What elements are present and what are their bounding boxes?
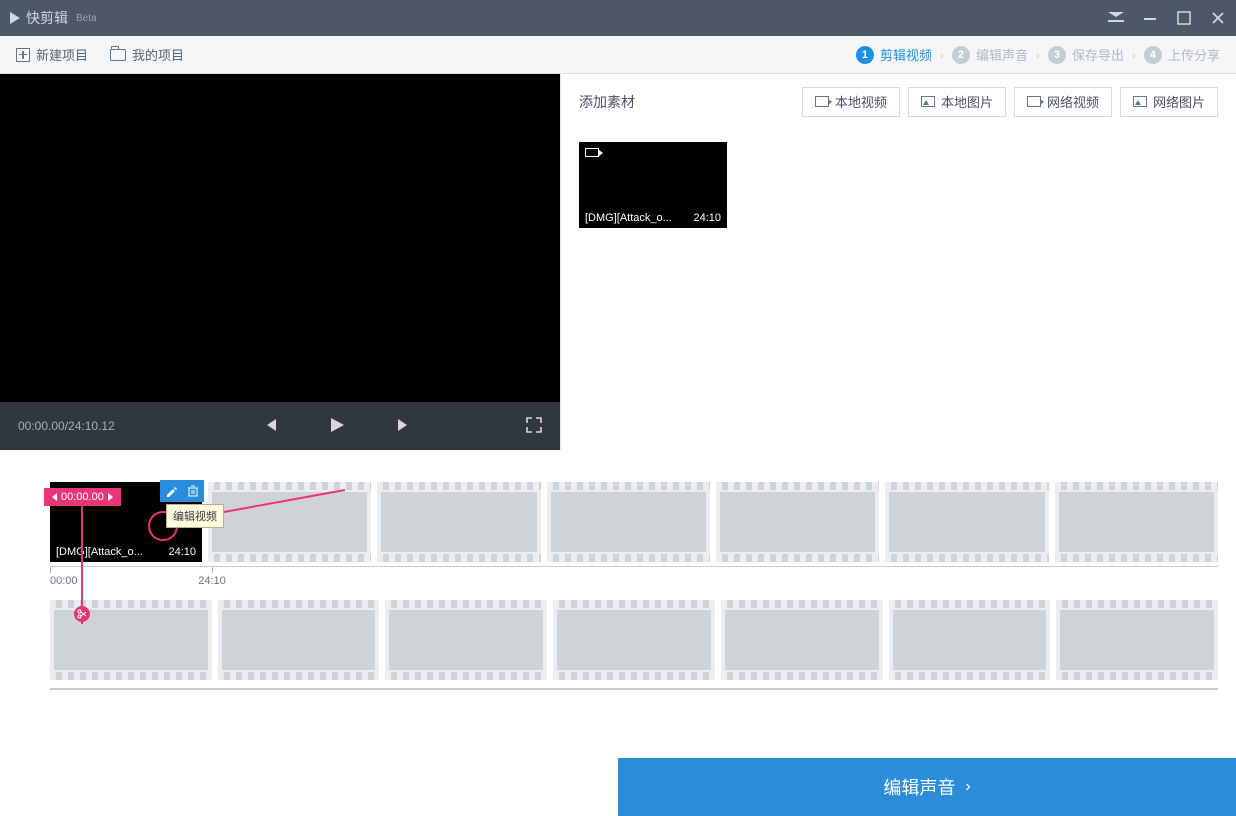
maximize-button[interactable] <box>1176 10 1192 26</box>
image-icon <box>921 96 935 107</box>
empty-slot[interactable] <box>385 600 547 680</box>
main-area: 00:00.00/24:10.12 添加素材 本地视频 本地图片 <box>0 74 1236 450</box>
preview-controls: 00:00.00/24:10.12 <box>0 402 560 450</box>
time-display: 00:00.00/24:10.12 <box>18 419 148 433</box>
beta-label: Beta <box>76 13 97 24</box>
playhead-right-icon[interactable] <box>108 493 113 501</box>
app-title: 快剪辑 <box>26 8 68 28</box>
folder-icon <box>110 49 126 61</box>
toolbar: 新建项目 我的项目 1 剪辑视频 › 2 编辑声音 › 3 保存导出 › 4 上… <box>0 36 1236 74</box>
next-button[interactable] <box>396 417 412 436</box>
clip-duration: 24:10 <box>168 546 196 558</box>
step-label: 剪辑视频 <box>880 45 932 64</box>
step-upload-share[interactable]: 4 上传分享 <box>1144 45 1220 64</box>
clip-name: [DMG][Attack_o... <box>56 546 143 558</box>
empty-slot[interactable] <box>1056 600 1218 680</box>
step-num: 2 <box>952 46 970 64</box>
empty-slot[interactable] <box>716 482 879 562</box>
minimize-button[interactable] <box>1142 10 1158 26</box>
local-video-button[interactable]: 本地视频 <box>802 87 900 117</box>
scissors-icon[interactable] <box>74 606 90 622</box>
next-step-button[interactable]: 编辑声音 › <box>618 758 1236 816</box>
prev-button[interactable] <box>262 417 278 436</box>
chevron-right-icon: › <box>940 48 944 62</box>
step-edit-video[interactable]: 1 剪辑视频 <box>856 45 932 64</box>
ruler-label: 24:10 <box>198 575 226 587</box>
new-project-button[interactable]: 新建项目 <box>16 45 88 64</box>
my-projects-button[interactable]: 我的项目 <box>110 45 184 64</box>
footer: 编辑声音 › <box>0 758 1236 816</box>
ruler-label: 00:00 <box>50 575 78 587</box>
empty-slot[interactable] <box>208 482 371 562</box>
chevron-right-icon: › <box>1132 48 1136 62</box>
playhead-time: 00:00.00 <box>61 491 104 503</box>
titlebar: 快剪辑 Beta <box>0 0 1236 36</box>
step-num: 4 <box>1144 46 1162 64</box>
timeline-area: 00:00.00 编辑视频 [DMG][Attack_o... 24:10 <box>0 482 1236 690</box>
clip-duration: 24:10 <box>693 212 721 224</box>
local-image-button[interactable]: 本地图片 <box>908 87 1006 117</box>
step-edit-audio[interactable]: 2 编辑声音 <box>952 45 1028 64</box>
chevron-right-icon: › <box>1036 48 1040 62</box>
image-icon <box>1133 96 1147 107</box>
clip-name: [DMG][Attack_o... <box>585 212 672 224</box>
step-label: 上传分享 <box>1168 45 1220 64</box>
audio-track[interactable] <box>50 600 1218 680</box>
material-title: 添加素材 <box>579 92 635 112</box>
play-button[interactable] <box>328 416 346 437</box>
divider <box>50 688 1218 690</box>
video-preview[interactable] <box>0 74 560 402</box>
footer-label: 编辑声音 <box>883 774 955 800</box>
edit-tooltip: 编辑视频 <box>166 504 224 528</box>
time-ruler[interactable]: 00:00 24:10 <box>50 566 1218 592</box>
empty-slot[interactable] <box>889 600 1051 680</box>
edit-clip-button[interactable] <box>160 480 182 502</box>
empty-slot[interactable] <box>377 482 540 562</box>
material-panel: 添加素材 本地视频 本地图片 网络视频 网络图片 <box>560 74 1236 450</box>
empty-slot[interactable] <box>547 482 710 562</box>
menu-icon[interactable] <box>1108 10 1124 26</box>
camera-icon <box>585 148 599 157</box>
step-label: 保存导出 <box>1072 45 1124 64</box>
step-num: 3 <box>1048 46 1066 64</box>
material-clip[interactable]: [DMG][Attack_o... 24:10 <box>579 142 727 228</box>
playhead[interactable]: 00:00.00 <box>44 488 121 506</box>
fullscreen-button[interactable] <box>526 417 542 436</box>
step-label: 编辑声音 <box>976 45 1028 64</box>
empty-slot[interactable] <box>885 482 1048 562</box>
workflow-steps: 1 剪辑视频 › 2 编辑声音 › 3 保存导出 › 4 上传分享 <box>856 45 1220 64</box>
web-image-button[interactable]: 网络图片 <box>1120 87 1218 117</box>
preview-panel: 00:00.00/24:10.12 <box>0 74 560 450</box>
chevron-right-icon: › <box>965 778 970 796</box>
app-logo-icon <box>10 12 20 24</box>
playhead-left-icon[interactable] <box>52 493 57 501</box>
empty-slot[interactable] <box>721 600 883 680</box>
step-save-export[interactable]: 3 保存导出 <box>1048 45 1124 64</box>
video-track[interactable]: 编辑视频 [DMG][Attack_o... 24:10 <box>50 482 1218 562</box>
plus-icon <box>16 48 30 62</box>
new-project-label: 新建项目 <box>36 45 88 64</box>
delete-clip-button[interactable] <box>182 480 204 502</box>
empty-slot[interactable] <box>218 600 380 680</box>
empty-slot[interactable] <box>1055 482 1218 562</box>
my-projects-label: 我的项目 <box>132 45 184 64</box>
empty-slot[interactable] <box>553 600 715 680</box>
close-button[interactable] <box>1210 10 1226 26</box>
video-icon <box>815 96 829 107</box>
web-video-button[interactable]: 网络视频 <box>1014 87 1112 117</box>
video-icon <box>1027 96 1041 107</box>
step-num: 1 <box>856 46 874 64</box>
